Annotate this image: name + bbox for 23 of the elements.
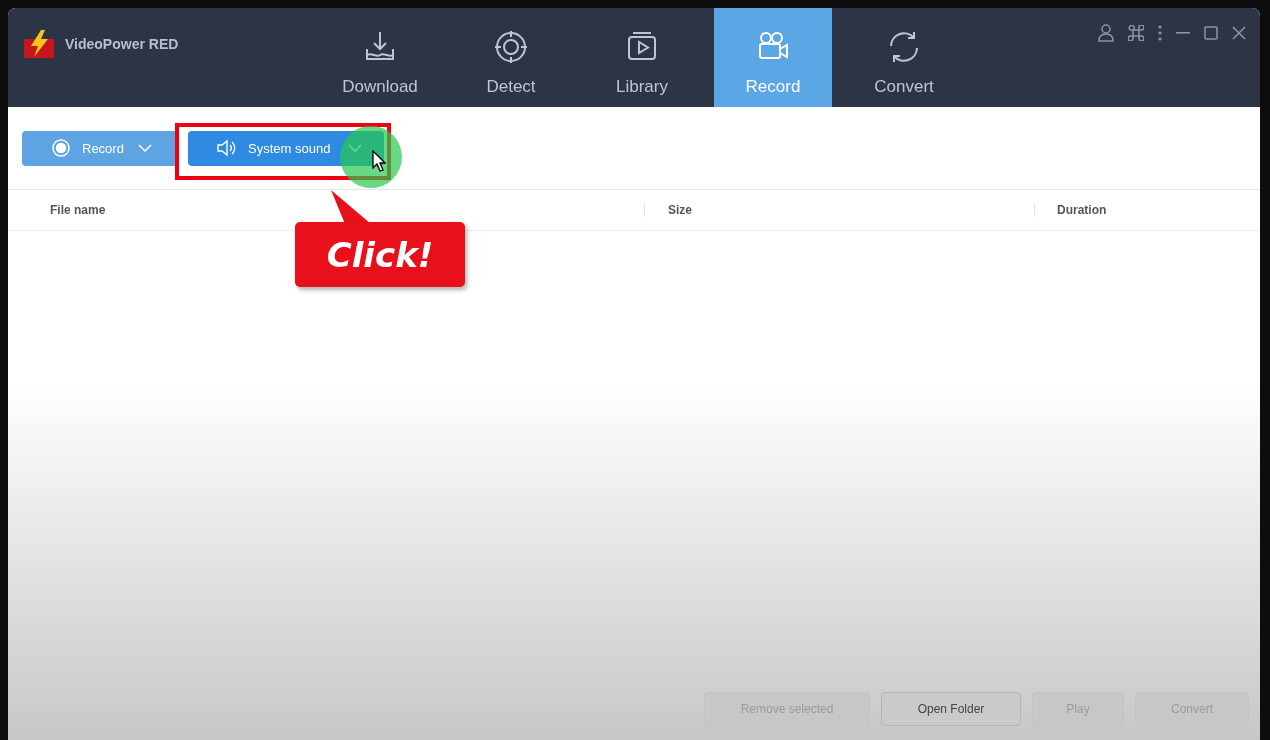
chevron-down-icon — [138, 144, 152, 152]
nav-tab[interactable]: Detect — [452, 8, 570, 107]
user-icon[interactable] — [1098, 24, 1114, 42]
app-title: VideoPower RED — [65, 36, 179, 52]
maximize-icon[interactable] — [1204, 26, 1218, 40]
speaker-icon — [216, 139, 236, 157]
action-button[interactable]: Open Folder — [881, 692, 1021, 726]
nav-tab[interactable]: Library — [583, 8, 701, 107]
record-icon — [52, 139, 70, 157]
nav-tab[interactable]: Download — [321, 8, 439, 107]
column-header: Size — [644, 203, 1034, 217]
logo-icon — [23, 29, 57, 59]
column-header: Duration — [1034, 203, 1107, 217]
callout-text: Click! — [326, 234, 434, 275]
cursor-icon — [372, 150, 386, 172]
close-icon[interactable] — [1232, 26, 1246, 40]
more-icon[interactable] — [1158, 25, 1162, 41]
command-icon[interactable] — [1128, 25, 1144, 41]
target-icon — [493, 29, 529, 65]
nav-tab[interactable]: Record — [714, 8, 832, 107]
column-header: File name — [49, 203, 107, 217]
nav-tab[interactable]: Convert — [845, 8, 963, 107]
dropdown-button[interactable]: Record — [22, 130, 178, 166]
